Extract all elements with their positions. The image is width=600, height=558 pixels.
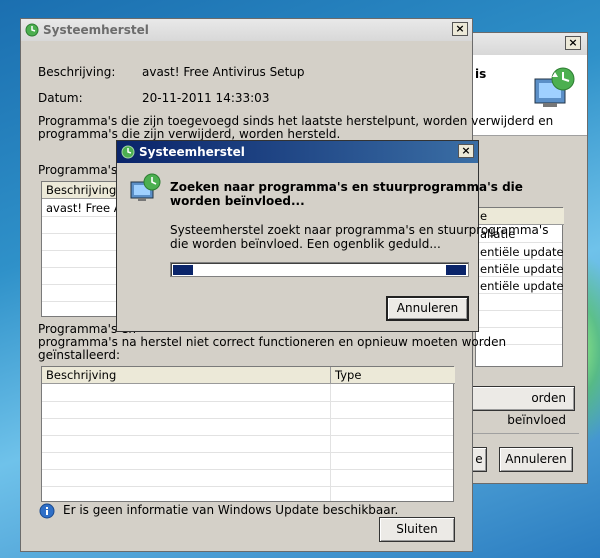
date-label: Datum: (38, 91, 83, 105)
progress-dialog[interactable]: Systeemherstel × Zoeken naar programma's… (116, 140, 548, 332)
background-window-title-fragment: is (475, 67, 487, 81)
list2-label-line3: geïnstalleerd: (38, 348, 121, 362)
window-title: Systeemherstel (43, 23, 149, 37)
close-window-button[interactable]: Sluiten (379, 517, 455, 542)
intro-text-line1: Programma's die zijn toegevoegd sinds he… (38, 114, 554, 128)
intro-text-line2: programma's die zijn verwijderd, worden … (38, 127, 341, 141)
dialog-titlebar[interactable]: Systeemherstel × (117, 141, 478, 163)
system-restore-small-icon (121, 145, 135, 159)
list2-label-line2: programma's na herstel niet correct func… (38, 335, 507, 349)
system-restore-small-icon (25, 23, 39, 37)
progress-block-right (446, 265, 466, 275)
column-header-type[interactable]: Type (331, 367, 455, 384)
date-value: 20-11-2011 14:33:03 (142, 91, 270, 105)
affected-programs-list[interactable]: Beschrijving Type (41, 366, 455, 502)
scan-affected-button[interactable]: orden beïnvloed (471, 386, 575, 427)
close-button[interactable]: × (458, 144, 474, 158)
column-header-description[interactable]: Beschrijving (42, 367, 331, 384)
info-icon (39, 503, 55, 519)
list-item[interactable]: entiële update (480, 245, 564, 259)
close-button[interactable]: × (452, 22, 468, 36)
cancel-button[interactable]: Annuleren (386, 296, 469, 321)
dialog-title: Systeemherstel (139, 145, 245, 159)
system-restore-icon (534, 67, 575, 107)
progress-block-left (173, 265, 193, 275)
dialog-body-line1: Systeemherstel zoekt naar programma's en… (170, 223, 549, 237)
description-label: Beschrijving: (38, 65, 116, 79)
progress-bar (170, 262, 469, 277)
system-restore-icon (130, 173, 161, 201)
list-item[interactable]: entiële update (480, 262, 564, 276)
dialog-heading-line1: Zoeken naar programma's en stuurprogramm… (170, 180, 523, 194)
close-button[interactable]: × (565, 36, 581, 50)
divider (471, 433, 579, 434)
description-value: avast! Free Antivirus Setup (142, 65, 305, 79)
info-text: Er is geen informatie van Windows Update… (63, 503, 399, 517)
cancel-button[interactable]: Annuleren (499, 447, 573, 472)
main-window-titlebar[interactable]: Systeemherstel × (21, 19, 472, 41)
dialog-heading-line2: worden beïnvloed... (170, 194, 305, 208)
back-button[interactable]: e (471, 447, 487, 472)
dialog-body-line2: die worden beïnvloed. Een ogenblik gedul… (170, 237, 441, 251)
list-item[interactable]: entiële update (480, 279, 564, 293)
